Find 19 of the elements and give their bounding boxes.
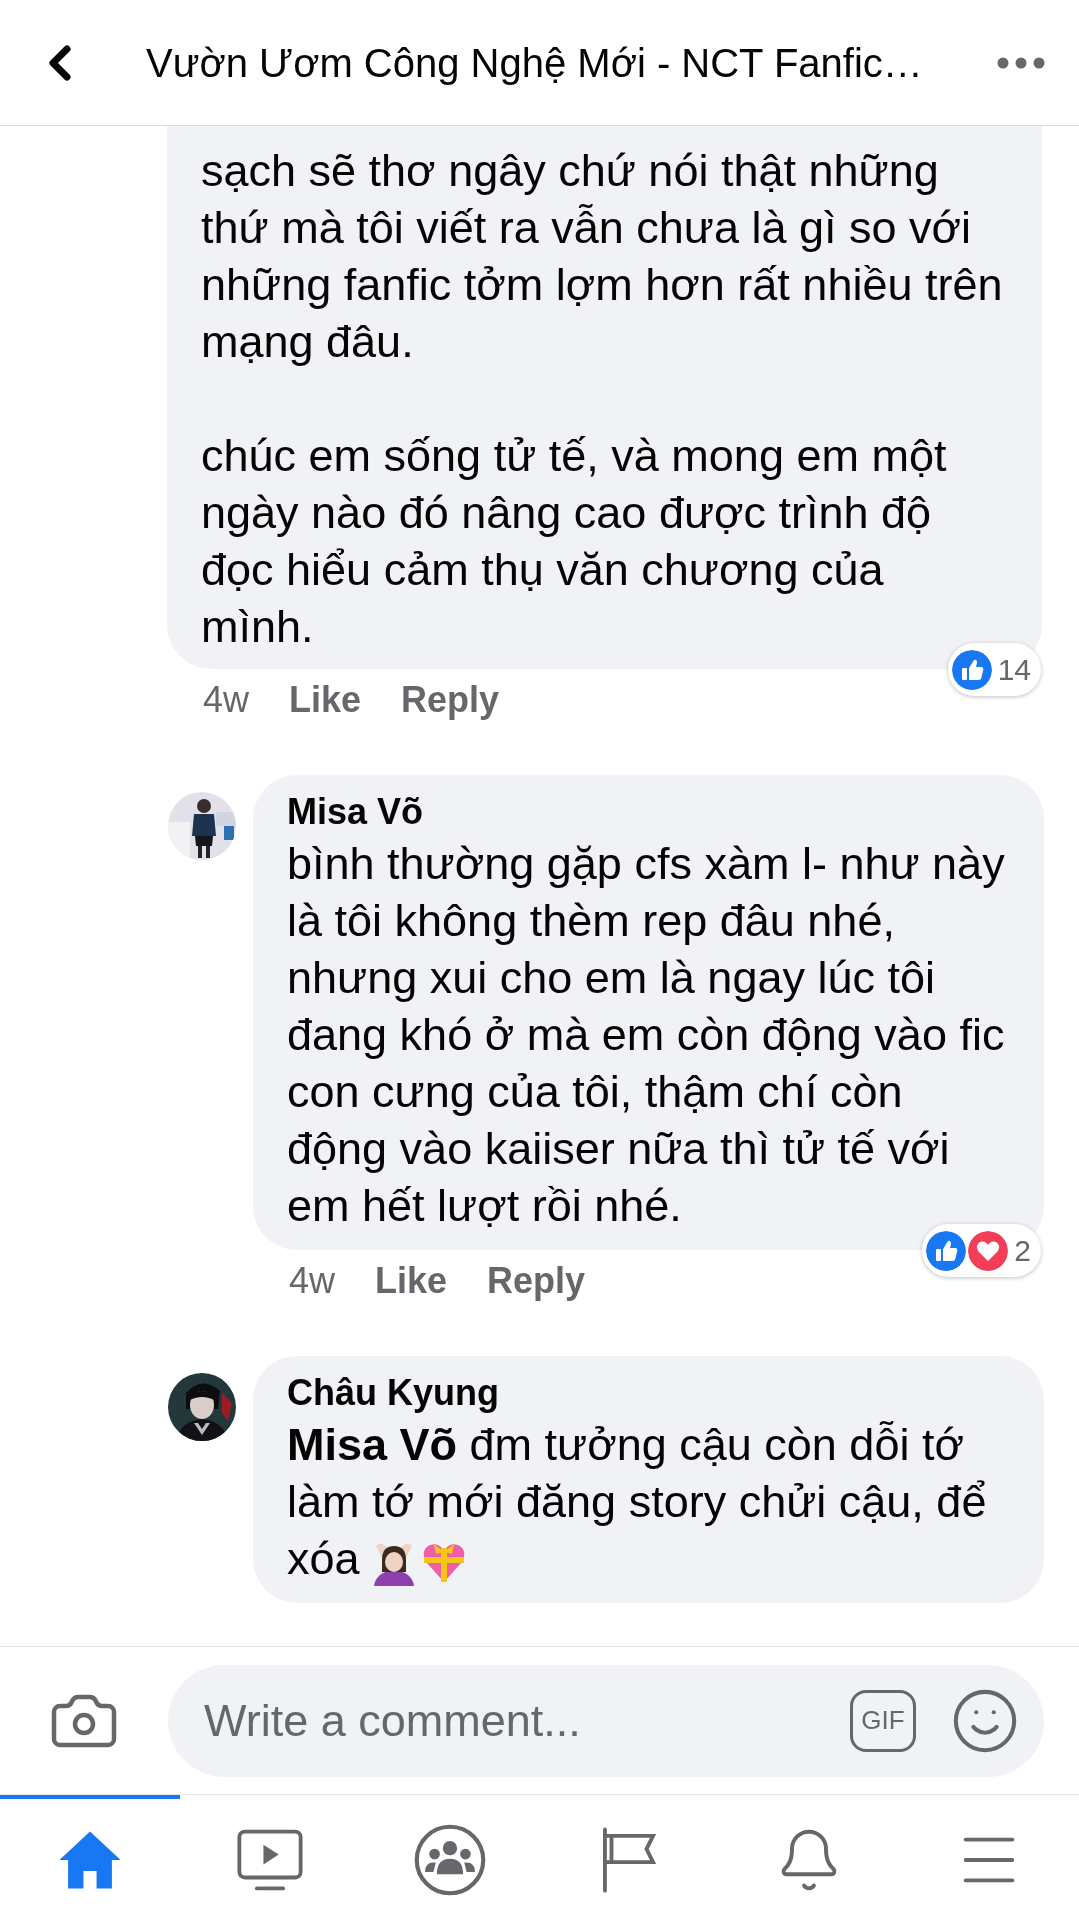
comment-time: 4w bbox=[289, 1259, 336, 1303]
comment-text: sạch sẽ thơ ngây chứ nói thật những thứ mà tôi viết ra vẫn chưa là gì so với những fanfic tởm lợm hơn rất nhiều trên mạng đâu. bbox=[201, 144, 1004, 369]
like-link[interactable]: Like bbox=[289, 673, 362, 727]
more-icon bbox=[997, 56, 1045, 69]
reaction-count: 2 bbox=[1014, 1233, 1031, 1269]
reaction-badge[interactable]: 2 bbox=[922, 1224, 1041, 1277]
gif-button[interactable]: GIF bbox=[850, 1689, 916, 1752]
comment-field[interactable]: Write a comment... GIF bbox=[168, 1664, 1044, 1777]
reaction-badge[interactable]: 14 bbox=[947, 643, 1041, 696]
like-link[interactable]: Like bbox=[375, 1254, 448, 1308]
page-title: Vườn Ươm Công Nghệ Mới - NCT Fanfic… bbox=[146, 39, 923, 87]
comment-text: chúc em sống tử tế, và mong em một ngày nào đó nâng cao được trình độ đọc hiểu cảm thụ văn chương của mình. bbox=[201, 429, 948, 654]
comment-author[interactable]: Misa Võ bbox=[287, 789, 1010, 835]
reply-link[interactable]: Reply bbox=[487, 1254, 586, 1308]
reply-link[interactable]: Reply bbox=[401, 673, 500, 727]
comment-time: 4w bbox=[203, 678, 250, 722]
comment-author[interactable]: Châu Kyung bbox=[287, 1370, 1010, 1416]
comment-text: Misa Võ đm tưởng cậu còn dỗi tớ làm tớ mới đăng story chửi cậu, để xóa bbox=[287, 1416, 1010, 1587]
reaction-count: 14 bbox=[997, 652, 1031, 688]
